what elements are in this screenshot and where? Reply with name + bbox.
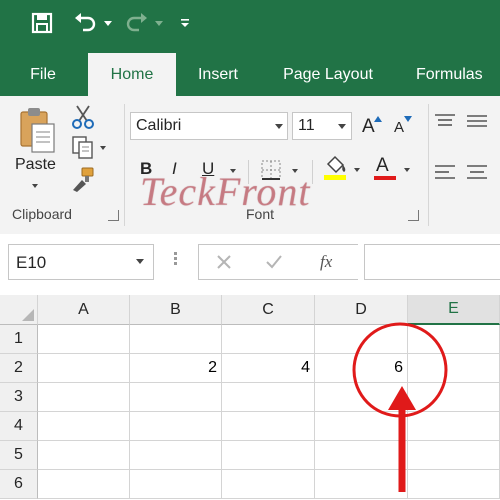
annotation-overlay [352, 322, 448, 492]
annotation-arrow-head [388, 386, 416, 410]
